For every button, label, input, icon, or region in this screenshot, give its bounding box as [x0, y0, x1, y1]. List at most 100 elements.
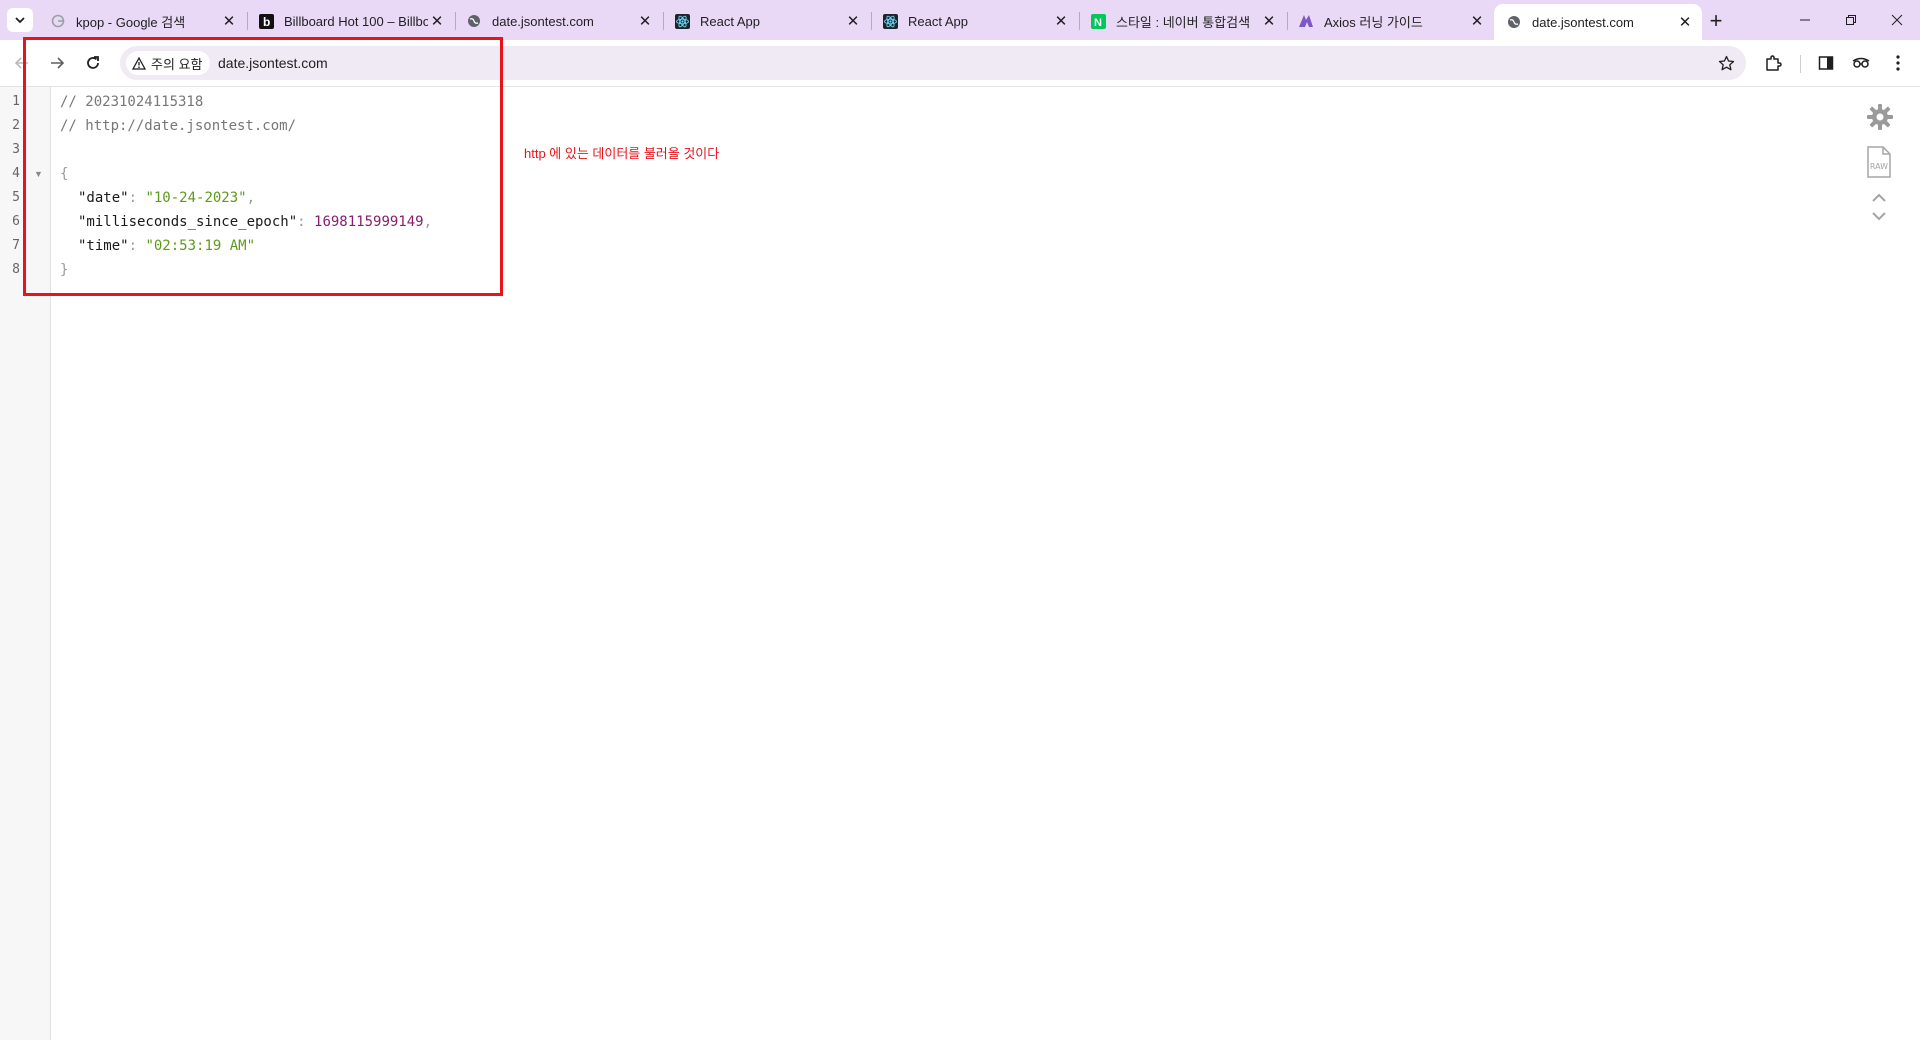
tab-title: 스타일 : 네이버 통합검색	[1116, 14, 1251, 30]
tab-axios-guide[interactable]: Axios 러닝 가이드 ✕	[1286, 6, 1494, 36]
json-key: "milliseconds_since_epoch"	[78, 214, 298, 230]
react-icon	[674, 13, 690, 29]
close-icon[interactable]: ✕	[428, 12, 446, 30]
tab-search-button[interactable]	[7, 8, 33, 32]
annotation-text: http 에 있는 데이터를 불러올 것이다	[524, 146, 720, 161]
tab-react-app-1[interactable]: React App ✕	[662, 6, 870, 36]
json-colon: :	[128, 190, 146, 206]
close-icon[interactable]: ✕	[220, 12, 238, 30]
tab-title: date.jsontest.com	[492, 13, 594, 29]
plus-icon: +	[1709, 8, 1723, 33]
forward-button[interactable]	[42, 48, 72, 78]
raw-file-icon: RAW	[1867, 146, 1891, 178]
react-icon	[882, 13, 898, 29]
toolbar-divider	[1800, 55, 1801, 73]
incognito-icon	[1852, 57, 1870, 68]
back-button[interactable]	[7, 48, 37, 78]
axios-icon	[1298, 13, 1314, 29]
google-icon	[50, 13, 66, 29]
arrow-left-icon	[14, 57, 28, 69]
json-line: }	[60, 258, 68, 282]
tab-title: date.jsontest.com	[1532, 14, 1634, 30]
fold-toggle[interactable]: ▼	[34, 162, 43, 186]
chevron-down-icon	[1872, 212, 1886, 221]
tab-kpop-google[interactable]: kpop - Google 검색 ✕	[38, 6, 246, 36]
json-line: // 20231024115318	[60, 90, 203, 114]
raw-view-button[interactable]: RAW	[1866, 146, 1892, 178]
json-colon: :	[297, 214, 315, 230]
tab-title: Billboard Hot 100 – Billboard	[284, 13, 428, 29]
json-string-value: "10-24-2023"	[145, 190, 247, 206]
tab-title: kpop - Google 검색	[76, 14, 186, 30]
line-number: 5	[12, 190, 20, 205]
close-icon[interactable]: ✕	[1052, 12, 1070, 30]
json-comma: ,	[246, 190, 256, 206]
restore-button[interactable]	[1828, 0, 1874, 40]
warning-icon	[132, 56, 146, 70]
tab-naver[interactable]: N 스타일 : 네이버 통합검색 ✕	[1078, 6, 1286, 36]
json-close-brace: }	[60, 262, 69, 278]
json-line: "date": "10-24-2023",	[78, 186, 255, 210]
gear-icon	[1867, 104, 1893, 130]
json-open-brace: {	[60, 166, 69, 182]
tab-react-app-2[interactable]: React App ✕	[870, 6, 1078, 36]
security-chip[interactable]: 주의 요함	[126, 51, 211, 75]
billboard-icon: b	[258, 13, 274, 29]
settings-button[interactable]	[1865, 102, 1895, 132]
tab-title: Axios 러닝 가이드	[1324, 14, 1423, 30]
bookmark-button[interactable]	[1716, 53, 1736, 73]
restore-icon	[1846, 15, 1856, 25]
json-line: {	[60, 162, 68, 186]
toolbar: 주의 요함 date.jsontest.com	[0, 40, 1920, 87]
close-icon[interactable]: ✕	[1676, 13, 1694, 31]
chevron-down-icon	[15, 17, 25, 24]
tab-date-jsontest-active[interactable]: date.jsontest.com ✕	[1494, 4, 1702, 40]
extensions-button[interactable]	[1760, 50, 1786, 76]
address-bar[interactable]: 주의 요함 date.jsontest.com	[120, 46, 1746, 80]
close-icon[interactable]: ✕	[1468, 12, 1486, 30]
line-number-gutter: 1 2 3 4 ▼ 5 6 7 8	[0, 87, 51, 1040]
json-comma: ,	[423, 214, 433, 230]
json-comment: // http://date.jsontest.com/	[60, 118, 297, 134]
collapse-all-button[interactable]	[1869, 190, 1889, 206]
globe-icon	[466, 13, 482, 29]
tab-title: React App	[908, 13, 968, 29]
tab-billboard[interactable]: b Billboard Hot 100 – Billboard ✕	[246, 6, 454, 36]
side-panel-icon	[1818, 56, 1834, 70]
close-icon[interactable]: ✕	[844, 12, 862, 30]
line-number: 6	[12, 214, 20, 229]
svg-text:b: b	[263, 15, 270, 29]
new-tab-button[interactable]: +	[1703, 8, 1729, 34]
json-line: "time": "02:53:19 AM"	[78, 234, 255, 258]
line-number: 1	[12, 94, 20, 109]
json-key: "date"	[78, 190, 129, 206]
json-line: "milliseconds_since_epoch": 169811599914…	[78, 210, 432, 234]
star-icon	[1718, 55, 1734, 70]
reload-icon	[87, 56, 99, 69]
minimize-icon	[1800, 19, 1810, 21]
profile-button[interactable]	[1848, 50, 1874, 76]
arrow-right-icon	[51, 57, 65, 69]
globe-icon	[1506, 14, 1522, 30]
naver-icon: N	[1090, 13, 1106, 29]
json-colon: :	[128, 238, 146, 254]
security-chip-label: 주의 요함	[151, 56, 203, 72]
line-number: 3	[12, 142, 20, 157]
close-icon[interactable]: ✕	[1260, 12, 1278, 30]
line-number: 4	[12, 166, 20, 181]
puzzle-icon	[1766, 55, 1782, 71]
menu-button[interactable]	[1885, 50, 1911, 76]
tab-title: React App	[700, 13, 760, 29]
close-window-button[interactable]	[1874, 0, 1920, 40]
expand-all-button[interactable]	[1869, 208, 1889, 224]
tab-date-jsontest[interactable]: date.jsontest.com ✕	[454, 6, 662, 36]
line-number: 8	[12, 262, 20, 277]
close-icon[interactable]: ✕	[636, 12, 654, 30]
json-number-value: 1698115999149	[314, 214, 424, 230]
minimize-button[interactable]	[1782, 0, 1828, 40]
reload-button[interactable]	[78, 48, 108, 78]
chevron-up-icon	[1872, 193, 1886, 202]
line-number: 7	[12, 238, 20, 253]
url-text[interactable]: date.jsontest.com	[218, 46, 328, 80]
side-panel-button[interactable]	[1813, 50, 1839, 76]
